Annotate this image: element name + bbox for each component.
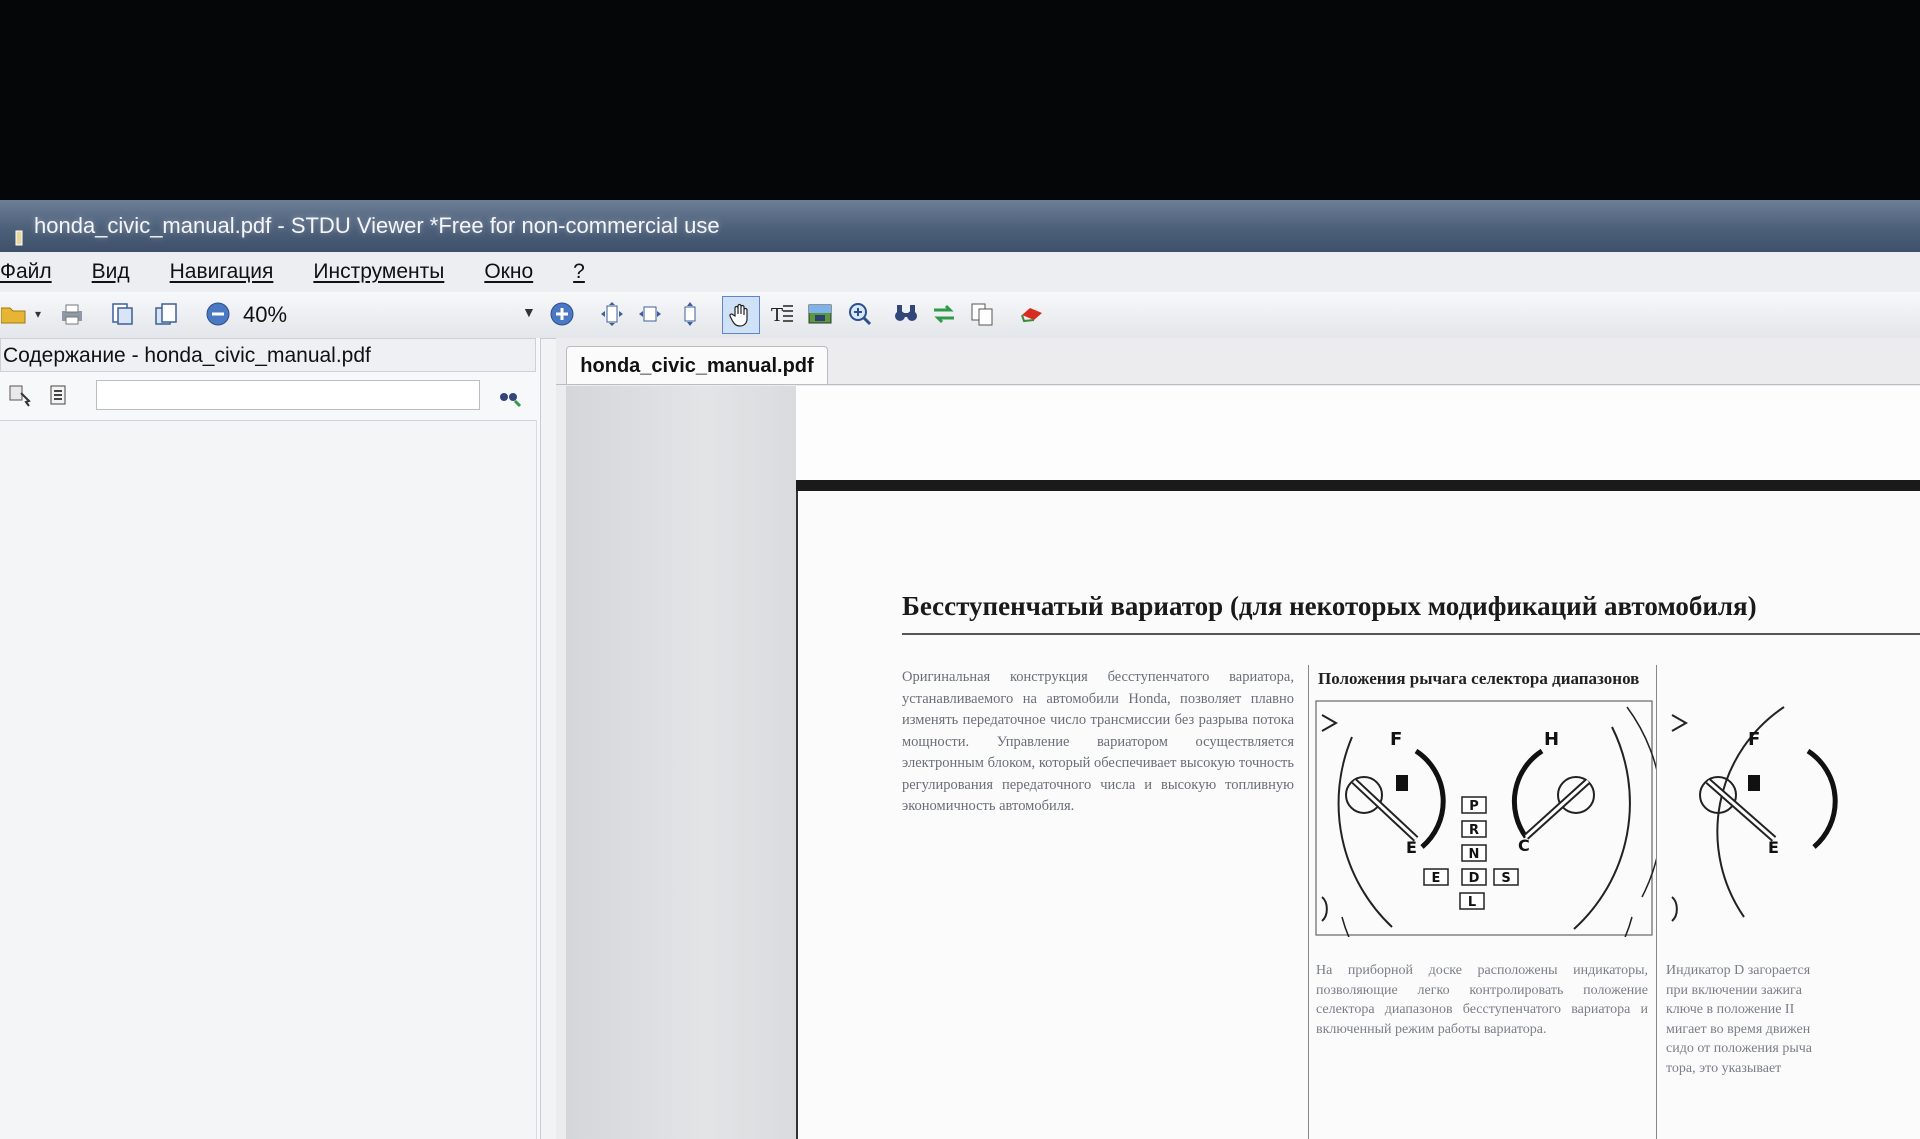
magnifier-icon[interactable] <box>846 300 874 328</box>
instrument-cluster-figure-2: F E <box>1671 706 1838 922</box>
collapse-tree-icon[interactable] <box>46 382 74 410</box>
fit-page-icon[interactable] <box>598 300 626 328</box>
copy-icon[interactable] <box>968 300 996 328</box>
instrument-cluster-figure: F E H C P R N E D S L <box>1315 700 1656 937</box>
gear-r: R <box>1469 823 1479 838</box>
caption-line: сидо от положения рыча <box>1666 1041 1812 1056</box>
window-title: honda_civic_manual.pdf - STDU Viewer *Fr… <box>34 213 720 238</box>
app-icon <box>14 216 26 246</box>
column-divider <box>1308 665 1309 1139</box>
figure-caption-2: Индикатор D загорается при включении заж… <box>1666 961 1920 1078</box>
gear-p: P <box>1469 799 1479 814</box>
temp-cold-label: C <box>1518 836 1530 855</box>
zoom-in-icon[interactable] <box>548 300 576 328</box>
page-separator <box>796 480 1920 491</box>
fuel-empty-label-2: E <box>1768 838 1779 857</box>
caption-line: тора, это указывает <box>1666 1060 1782 1076</box>
search-go-icon[interactable] <box>496 382 524 410</box>
heading-rule <box>902 633 1920 635</box>
caption-line: Индикатор D загорается <box>1666 963 1811 978</box>
zoom-level[interactable]: 40% <box>243 300 287 330</box>
gear-e: E <box>1432 871 1441 886</box>
page-prev-icon[interactable] <box>108 300 136 328</box>
sync-arrows-icon[interactable] <box>930 300 958 328</box>
figure-title: Положения рычага селектора диапазонов <box>1318 669 1640 688</box>
contents-tree[interactable] <box>0 420 537 1139</box>
tab-divider <box>556 384 1920 385</box>
hand-tool-icon[interactable] <box>722 296 760 334</box>
menu-window[interactable]: Окно <box>484 260 533 284</box>
temp-hot-label: H <box>1544 729 1559 750</box>
open-dropdown-icon[interactable]: ▾ <box>30 300 46 328</box>
fit-height-icon[interactable] <box>676 300 704 328</box>
print-icon[interactable] <box>58 300 86 328</box>
text-select-icon[interactable]: T <box>768 300 796 328</box>
gear-n: N <box>1469 847 1480 862</box>
caption-line: мигает во время движен <box>1666 1021 1811 1037</box>
image-select-icon[interactable] <box>806 300 834 328</box>
zoom-out-icon[interactable] <box>204 300 232 328</box>
page-margin <box>566 386 796 1139</box>
title-bar[interactable]: honda_civic_manual.pdf - STDU Viewer *Fr… <box>0 200 1920 252</box>
menu-bar: Файл Вид Навигация Инструменты Окно ? <box>0 252 1920 292</box>
fit-width-icon[interactable] <box>636 300 664 328</box>
page-next-icon[interactable] <box>152 300 180 328</box>
contents-panel-title: Содержание - honda_civic_manual.pdf <box>0 338 536 372</box>
column-divider <box>1656 665 1657 1139</box>
fuel-empty-label: E <box>1406 838 1417 857</box>
menu-help[interactable]: ? <box>573 260 585 284</box>
toolbar: ▾ 40% ▼ T <box>0 292 1920 339</box>
expand-tree-icon[interactable] <box>6 382 34 410</box>
gear-d: D <box>1469 871 1480 886</box>
open-folder-icon[interactable] <box>0 300 28 328</box>
section-heading: Бесступенчатый вариатор (для некоторых м… <box>902 591 1757 621</box>
screen: honda_civic_manual.pdf - STDU Viewer *Fr… <box>0 200 1920 1139</box>
zoom-dropdown-icon[interactable]: ▼ <box>522 304 536 320</box>
bookmark-icon[interactable] <box>1018 300 1046 328</box>
tab-document[interactable]: honda_civic_manual.pdf <box>566 346 828 385</box>
menu-tools[interactable]: Инструменты <box>313 260 444 284</box>
menu-file[interactable]: Файл <box>0 260 52 284</box>
contents-panel: Содержание - honda_civic_manual.pdf <box>0 338 541 1139</box>
figure-caption: На приборной доске расположены индикатор… <box>1316 963 1648 1037</box>
gear-s: S <box>1501 871 1510 886</box>
menu-view[interactable]: Вид <box>92 260 130 284</box>
caption-line: при включении зажига <box>1666 982 1802 998</box>
document-page: Бесступенчатый вариатор (для некоторых м… <box>796 491 1920 1139</box>
previous-page-bottom <box>796 386 1920 480</box>
fuel-full-label-2: F <box>1748 729 1760 750</box>
gear-l: L <box>1468 895 1476 910</box>
caption-line: ключе в положение II <box>1666 1002 1795 1017</box>
svg-text:T: T <box>771 305 783 326</box>
intro-paragraph: Оригинальная конструкция бесступенчатого… <box>902 669 1294 814</box>
contents-toolbar <box>0 374 536 418</box>
document-area: honda_civic_manual.pdf Бесступенчатый ва… <box>556 338 1920 1139</box>
find-icon[interactable] <box>892 300 920 328</box>
fuel-full-label: F <box>1390 729 1402 750</box>
menu-navigation[interactable]: Навигация <box>170 260 274 284</box>
contents-search-input[interactable] <box>96 380 480 410</box>
